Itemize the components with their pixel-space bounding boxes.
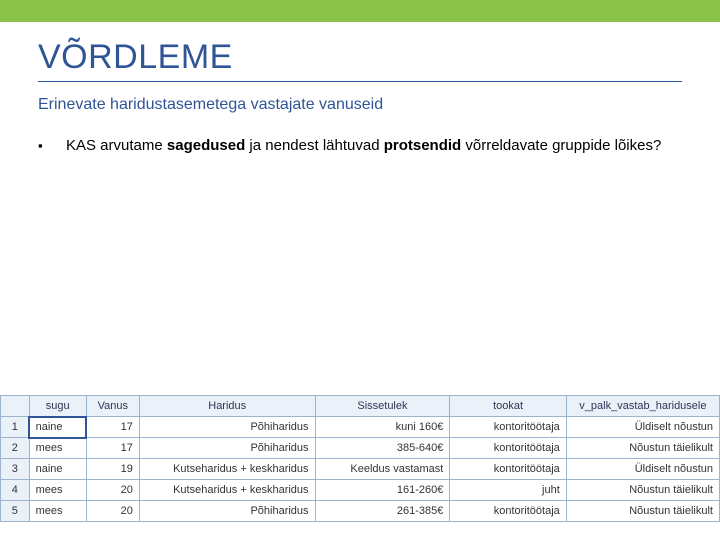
- row-number: 4: [1, 480, 30, 501]
- cell-vpalk: Nõustun täielikult: [566, 438, 719, 459]
- table-row: 4 mees 20 Kutseharidus + keskharidus 161…: [1, 480, 720, 501]
- cell-haridus: Põhiharidus: [139, 501, 315, 522]
- row-number: 2: [1, 438, 30, 459]
- table-row: 2 mees 17 Põhiharidus 385-640€ kontoritö…: [1, 438, 720, 459]
- cell-sugu: mees: [29, 501, 86, 522]
- row-number: 5: [1, 501, 30, 522]
- cell-vpalk: Nõustun täielikult: [566, 480, 719, 501]
- bullet-mid: ja nendest lähtuvad: [245, 137, 383, 154]
- cell-vpalk: Üldiselt nõustun: [566, 417, 719, 438]
- row-number: 3: [1, 459, 30, 480]
- col-haridus: Haridus: [139, 396, 315, 417]
- cell-sugu: mees: [29, 438, 86, 459]
- cell-sugu: mees: [29, 480, 86, 501]
- bullet-bold-2: protsendid: [384, 137, 462, 154]
- cell-haridus: Põhiharidus: [139, 438, 315, 459]
- bullet-item: ▪ KAS arvutame sagedused ja nendest läht…: [38, 136, 682, 156]
- table-corner: [1, 396, 30, 417]
- cell-sissetulek: Keeldus vastamast: [315, 459, 450, 480]
- bullet-text: KAS arvutame sagedused ja nendest lähtuv…: [66, 136, 661, 156]
- col-sugu: sugu: [29, 396, 86, 417]
- bullet-square-icon: ▪: [38, 136, 66, 156]
- top-accent-bar: [0, 0, 720, 22]
- table-row: 1 naine 17 Põhiharidus kuni 160€ kontori…: [1, 417, 720, 438]
- cell-sugu[interactable]: naine: [29, 417, 86, 438]
- cell-vanus: 20: [86, 480, 139, 501]
- cell-haridus: Põhiharidus: [139, 417, 315, 438]
- cell-tookat: kontoritöötaja: [450, 501, 566, 522]
- cell-sissetulek: 261-385€: [315, 501, 450, 522]
- cell-vanus: 19: [86, 459, 139, 480]
- slide-content: VÕRDLEME Erinevate haridustasemetega vas…: [0, 22, 720, 156]
- table-row: 3 naine 19 Kutseharidus + keskharidus Ke…: [1, 459, 720, 480]
- cell-tookat: juht: [450, 480, 566, 501]
- col-vpalk: v_palk_vastab_haridusele: [566, 396, 719, 417]
- bullet-prefix: KAS arvutame: [66, 137, 167, 154]
- cell-haridus: Kutseharidus + keskharidus: [139, 480, 315, 501]
- cell-haridus: Kutseharidus + keskharidus: [139, 459, 315, 480]
- data-table: sugu Vanus Haridus Sissetulek tookat v_p…: [0, 395, 720, 522]
- cell-tookat: kontoritöötaja: [450, 438, 566, 459]
- table-row: 5 mees 20 Põhiharidus 261-385€ kontoritö…: [1, 501, 720, 522]
- col-vanus: Vanus: [86, 396, 139, 417]
- subtitle: Erinevate haridustasemetega vastajate va…: [38, 96, 682, 114]
- cell-vanus: 20: [86, 501, 139, 522]
- cell-sissetulek: 385-640€: [315, 438, 450, 459]
- bullet-bold-1: sagedused: [167, 137, 245, 154]
- cell-tookat: kontoritöötaja: [450, 417, 566, 438]
- cell-sissetulek: 161-260€: [315, 480, 450, 501]
- cell-tookat: kontoritöötaja: [450, 459, 566, 480]
- cell-sugu: naine: [29, 459, 86, 480]
- bullet-suffix: võrreldavate gruppide lõikes?: [461, 137, 661, 154]
- cell-vpalk: Nõustun täielikult: [566, 501, 719, 522]
- cell-vpalk: Üldiselt nõustun: [566, 459, 719, 480]
- title-underline: [38, 81, 682, 82]
- col-sissetulek: Sissetulek: [315, 396, 450, 417]
- row-number: 1: [1, 417, 30, 438]
- cell-sissetulek: kuni 160€: [315, 417, 450, 438]
- data-table-wrap: sugu Vanus Haridus Sissetulek tookat v_p…: [0, 395, 720, 522]
- table-header-row: sugu Vanus Haridus Sissetulek tookat v_p…: [1, 396, 720, 417]
- cell-vanus: 17: [86, 417, 139, 438]
- page-title: VÕRDLEME: [38, 38, 682, 77]
- cell-vanus: 17: [86, 438, 139, 459]
- col-tookat: tookat: [450, 396, 566, 417]
